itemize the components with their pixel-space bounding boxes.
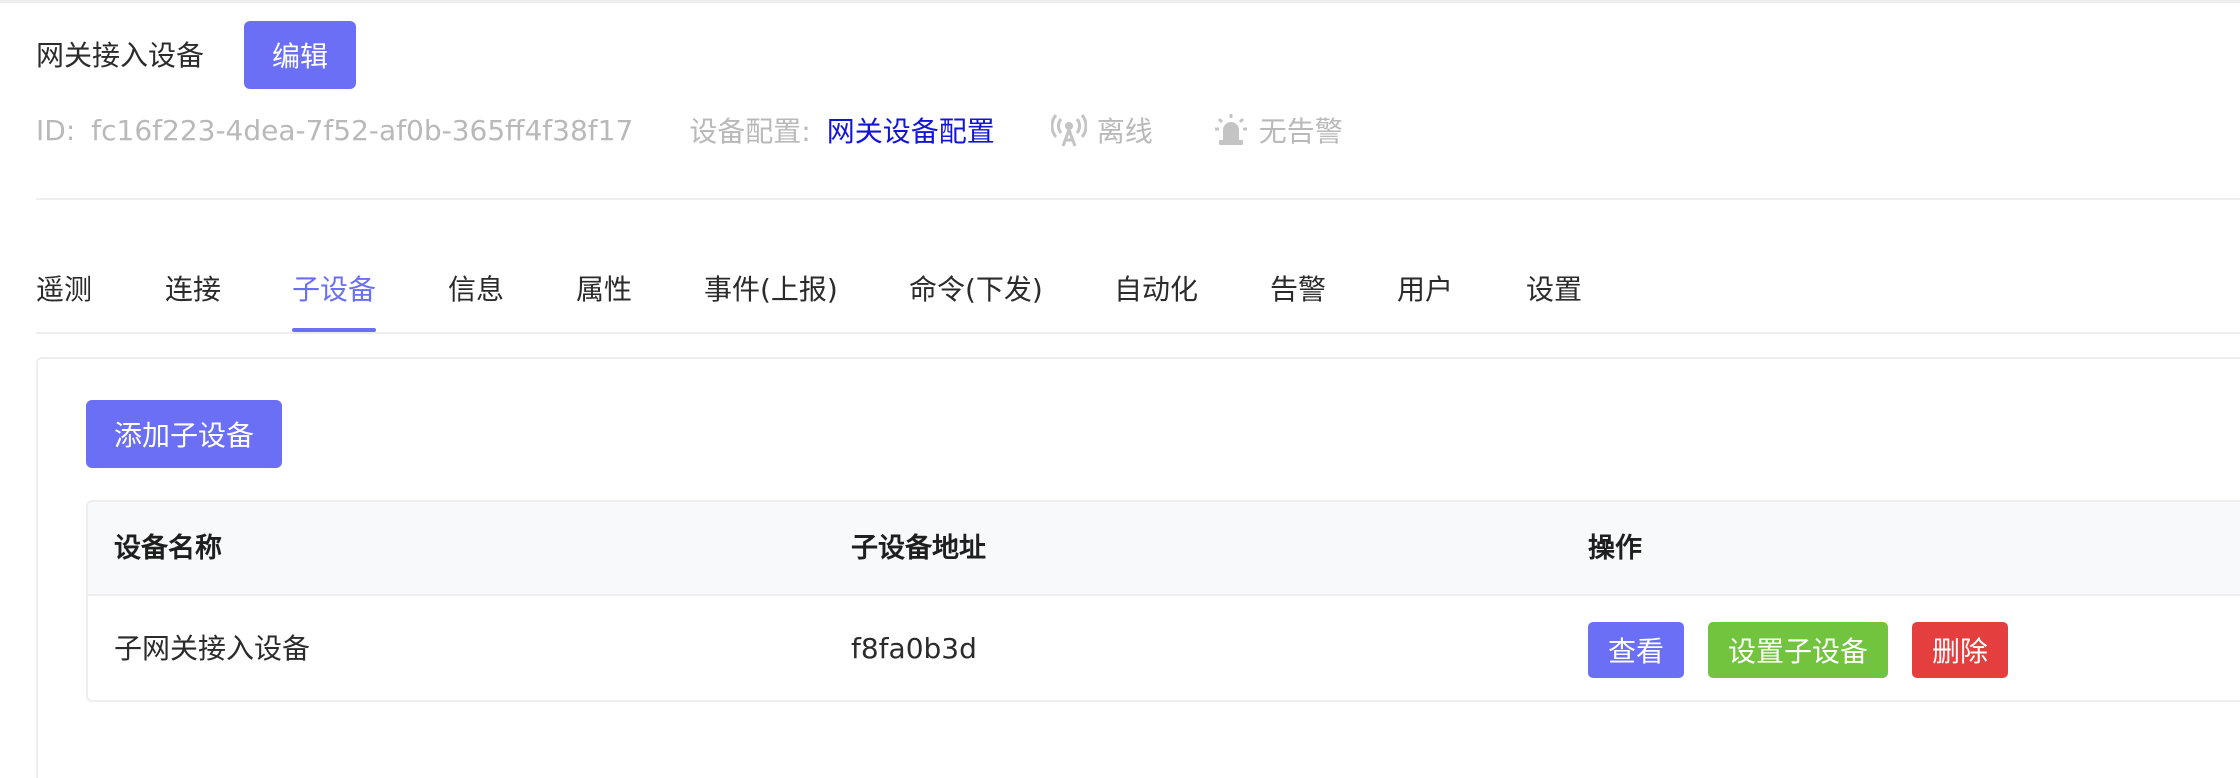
- tab-info[interactable]: 信息: [448, 264, 504, 332]
- add-subdevice-button[interactable]: 添加子设备: [86, 400, 282, 468]
- tab-telemetry[interactable]: 遥测: [36, 264, 92, 332]
- column-subdevice-address: 子设备地址: [851, 533, 986, 564]
- column-actions: 操作: [1588, 533, 1642, 564]
- cell-device-name: 子网关接入设备: [114, 632, 311, 665]
- tab-alarms[interactable]: 告警: [1270, 264, 1326, 332]
- tab-attributes[interactable]: 属性: [576, 264, 632, 332]
- tab-subdevices[interactable]: 子设备: [292, 264, 377, 332]
- tab-settings[interactable]: 设置: [1526, 264, 1582, 332]
- offline-label: 离线: [1096, 115, 1153, 148]
- tab-events[interactable]: 事件(上报): [704, 264, 838, 332]
- top-border: [0, 0, 2240, 3]
- id-label: ID:: [36, 113, 76, 147]
- edit-button[interactable]: 编辑: [244, 21, 356, 89]
- tab-commands[interactable]: 命令(下发): [909, 264, 1043, 332]
- tab-bar: 遥测 连接 子设备 信息 属性 事件(上报) 命令(下发) 自动化 告警 用户 …: [36, 264, 2240, 334]
- device-meta: ID: fc16f223-4dea-7f52-af0b-365ff4f38f17…: [36, 110, 1403, 150]
- config-label: 设备配置:: [689, 115, 811, 148]
- device-id: fc16f223-4dea-7f52-af0b-365ff4f38f17: [91, 113, 634, 147]
- tab-connection[interactable]: 连接: [165, 264, 221, 332]
- subdevices-table: 设备名称 子设备地址 操作 子网关接入设备 f8fa0b3d 查看 设置子设备 …: [86, 500, 2240, 702]
- alarm-status: 无告警: [1213, 110, 1343, 150]
- header-divider: [36, 198, 2240, 200]
- table-row: 子网关接入设备 f8fa0b3d 查看 设置子设备 删除: [88, 596, 2240, 700]
- tab-automation[interactable]: 自动化: [1114, 264, 1198, 332]
- antenna-icon: [1050, 114, 1087, 147]
- delete-button[interactable]: 删除: [1912, 622, 2008, 678]
- configure-subdevice-button[interactable]: 设置子设备: [1708, 622, 1888, 678]
- page-title: 网关接入设备: [36, 39, 205, 72]
- view-button[interactable]: 查看: [1588, 622, 1684, 678]
- cell-subdevice-address: f8fa0b3d: [851, 632, 977, 665]
- column-device-name: 设备名称: [114, 533, 222, 564]
- table-header: 设备名称 子设备地址 操作: [88, 502, 2240, 596]
- online-status: 离线: [1050, 110, 1153, 150]
- alarm-label: 无告警: [1258, 115, 1343, 148]
- tab-users[interactable]: 用户: [1397, 264, 1453, 332]
- alarm-siren-icon: [1214, 114, 1247, 145]
- device-detail-page: 网关接入设备 编辑 ID: fc16f223-4dea-7f52-af0b-36…: [0, 0, 2240, 778]
- config-link[interactable]: 网关设备配置: [827, 110, 995, 150]
